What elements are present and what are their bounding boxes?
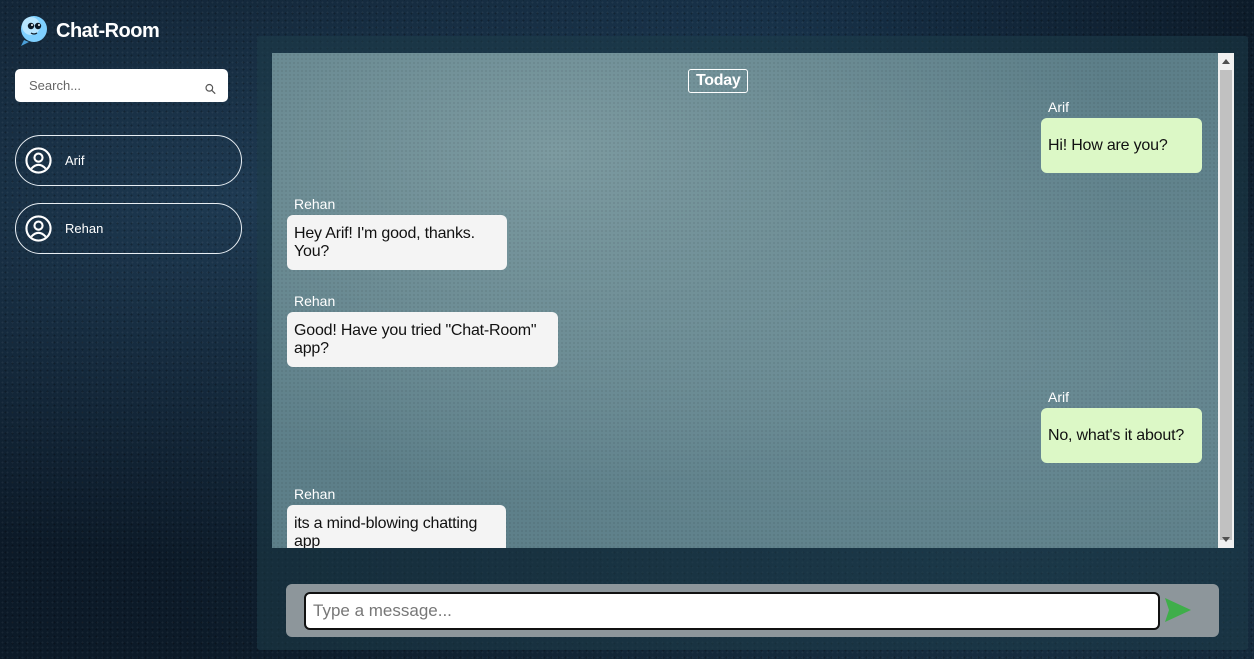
message-scrollbar[interactable] xyxy=(1218,53,1234,548)
chat-ghost-logo-icon xyxy=(21,16,47,46)
message-sender: Rehan xyxy=(294,196,336,212)
app-brand: Chat-Room xyxy=(18,14,160,48)
search-input[interactable] xyxy=(29,78,205,93)
message-sender: Arif xyxy=(1048,389,1069,405)
send-arrow-icon[interactable] xyxy=(1164,597,1192,623)
message-bubble: Hey Arif! I'm good, thanks. You? xyxy=(287,215,507,270)
contact-item-rehan[interactable]: Rehan xyxy=(15,203,242,254)
message-bubble: No, what's it about? xyxy=(1041,408,1202,463)
search-icon[interactable] xyxy=(205,82,216,96)
contact-name: Arif xyxy=(65,153,85,168)
scrollbar-thumb[interactable] xyxy=(1220,70,1232,540)
scroll-down-arrow-icon[interactable] xyxy=(1218,532,1234,548)
message-bubble: Good! Have you tried "Chat-Room" app? xyxy=(287,312,558,367)
message-incoming: Rehan Good! Have you tried "Chat-Room" a… xyxy=(287,293,558,367)
message-sender: Rehan xyxy=(294,486,336,502)
message-sender: Rehan xyxy=(294,293,336,309)
user-avatar-icon xyxy=(25,147,52,174)
message-input[interactable] xyxy=(304,592,1160,630)
message-outgoing: Arif Hi! How are you? xyxy=(1041,99,1202,173)
message-incoming: Rehan its a mind-blowing chatting app xyxy=(287,486,506,548)
message-composer xyxy=(286,584,1219,637)
message-bubble: Hi! How are you? xyxy=(1041,118,1202,173)
contact-item-arif[interactable]: Arif xyxy=(15,135,242,186)
message-sender: Arif xyxy=(1048,99,1069,115)
day-separator: Today xyxy=(688,69,749,93)
search-box[interactable] xyxy=(15,69,228,102)
scroll-up-arrow-icon[interactable] xyxy=(1218,53,1234,69)
app-title: Chat-Room xyxy=(56,19,160,42)
message-list[interactable]: Today Arif Hi! How are you? Rehan Hey Ar… xyxy=(272,53,1218,548)
message-outgoing: Arif No, what's it about? xyxy=(1041,389,1202,463)
contact-name: Rehan xyxy=(65,221,104,236)
message-bubble: its a mind-blowing chatting app xyxy=(287,505,506,548)
user-avatar-icon xyxy=(25,215,52,242)
message-incoming: Rehan Hey Arif! I'm good, thanks. You? xyxy=(287,196,507,270)
